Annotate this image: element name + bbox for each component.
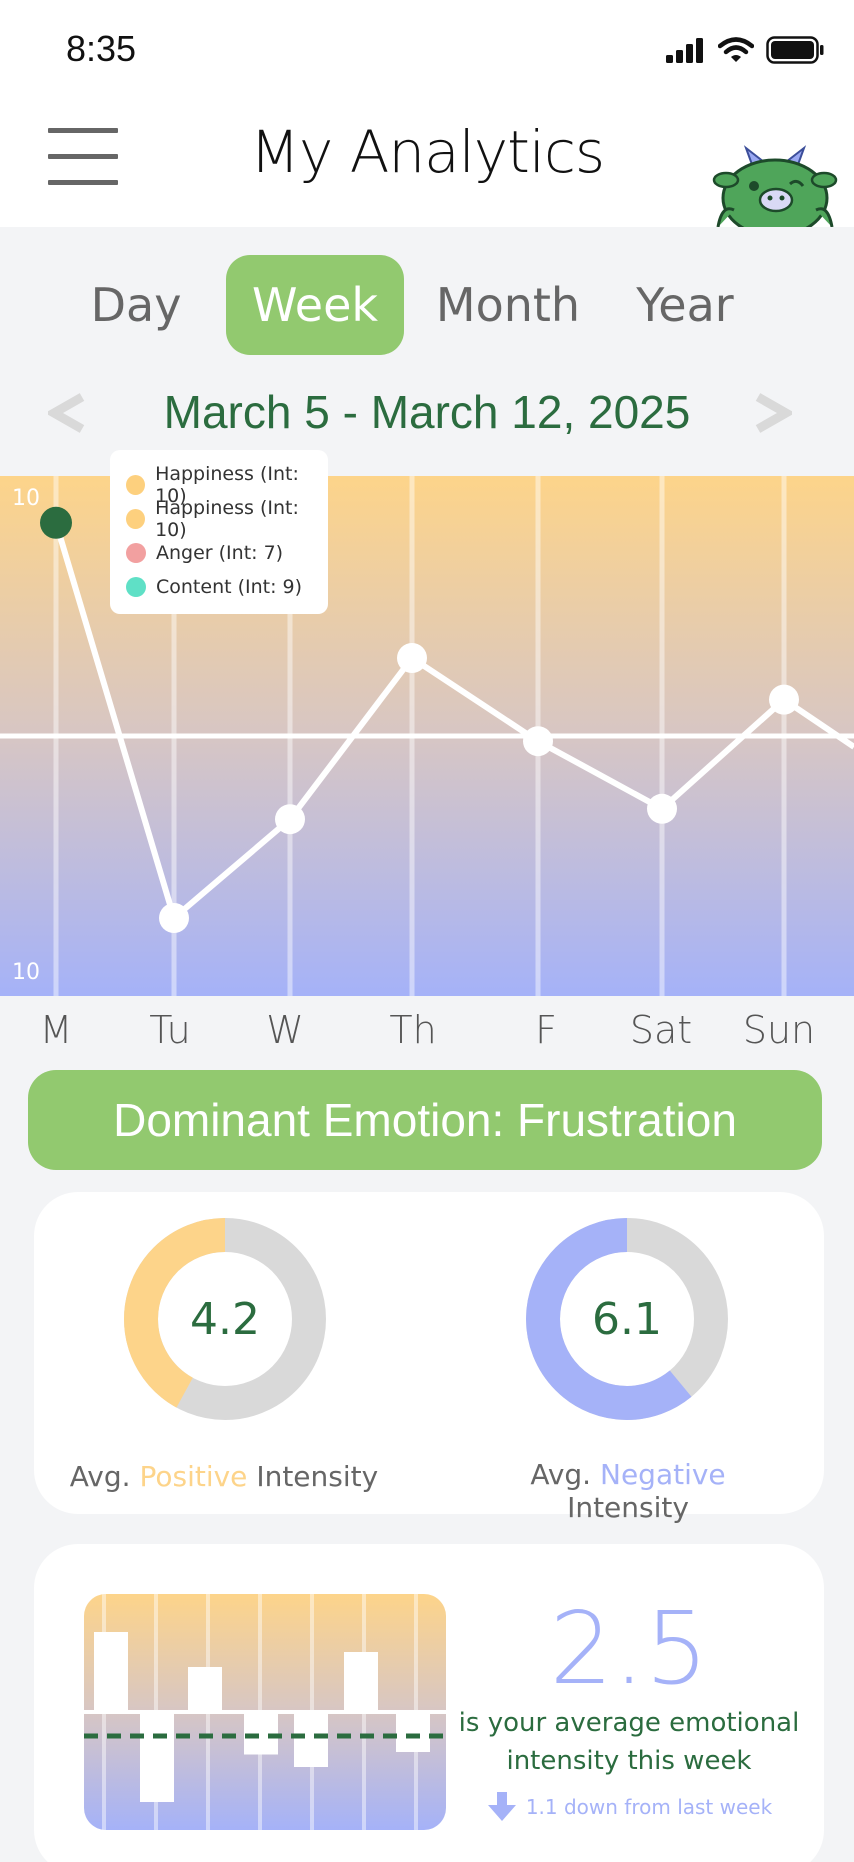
x-axis-label-mon: M — [39, 1008, 73, 1052]
data-point-sun — [769, 684, 799, 715]
mini-bar — [244, 1712, 278, 1755]
tab-week[interactable]: Week — [226, 255, 404, 355]
caption-suffix: Intensity — [567, 1491, 689, 1524]
date-range-label: March 5 - March 12, 2025 — [163, 386, 691, 438]
average-intensity-card: 2.5 is your average emotional intensity … — [34, 1544, 824, 1862]
tooltip-label: Content (Int: 9) — [156, 576, 303, 598]
x-axis-label-sun: Sun — [742, 1008, 816, 1052]
positive-intensity-donut: 4.2 — [122, 1216, 328, 1422]
battery-icon — [766, 36, 824, 64]
data-point-m — [40, 506, 72, 539]
mini-bar — [188, 1667, 222, 1712]
positive-intensity-value: 4.2 — [190, 1293, 260, 1345]
mini-bar — [140, 1712, 174, 1802]
intensity-donut-card: 4.2 Avg. Positive Intensity 6.1 Avg. Neg… — [34, 1192, 824, 1524]
chevron-right-icon[interactable] — [752, 393, 792, 433]
tooltip-label: Anger (Int: 7) — [156, 542, 284, 564]
emotion-dot-icon — [126, 509, 146, 529]
tab-month[interactable]: Month — [428, 255, 588, 355]
x-axis-label-wed: W — [266, 1008, 304, 1052]
period-tabs: Day Week Month Year — [0, 255, 854, 355]
caption-prefix: Avg. — [69, 1460, 140, 1493]
average-change: 1.1 down from last week — [474, 1792, 784, 1822]
negative-intensity-caption: Avg. Negative Intensity — [468, 1458, 788, 1524]
caption-prefix: Avg. — [530, 1458, 600, 1491]
tooltip-row: Happiness (Int: 10) — [126, 497, 328, 541]
chart-tooltip: Happiness (Int: 10) Happiness (Int: 10) … — [110, 450, 328, 614]
caption-highlight: Negative — [600, 1458, 726, 1491]
tooltip-row: Anger (Int: 7) — [126, 536, 328, 570]
arrow-down-icon — [487, 1792, 516, 1821]
mini-bar-chart-svg — [84, 1594, 446, 1830]
average-intensity-text: is your average emotional intensity this… — [458, 1708, 800, 1776]
mini-bar-chart — [84, 1594, 446, 1830]
data-point-f — [523, 726, 553, 757]
mini-bar — [344, 1652, 378, 1712]
mascot-avatar[interactable] — [704, 140, 844, 227]
data-point-th — [397, 643, 427, 673]
emotion-dot-icon — [126, 475, 146, 495]
negative-intensity-value: 6.1 — [592, 1293, 662, 1345]
x-axis-label-fri: F — [535, 1008, 557, 1052]
wifi-icon — [718, 37, 754, 62]
caption-highlight: Positive — [139, 1460, 248, 1493]
mini-bar — [294, 1712, 328, 1767]
mini-bar — [396, 1712, 430, 1752]
status-bar: 8:35 — [0, 0, 854, 100]
data-point-tu — [159, 903, 189, 933]
status-time: 8:35 — [66, 28, 137, 69]
cellular-signal-icon — [666, 38, 703, 63]
average-intensity-value: 2.5 — [549, 1590, 709, 1707]
tab-year[interactable]: Year — [610, 255, 760, 355]
average-change-text: 1.1 down from last week — [525, 1795, 773, 1819]
mini-bar — [94, 1632, 128, 1712]
data-point-w — [275, 804, 305, 835]
y-axis-bottom-label: 10 — [12, 960, 40, 985]
emotion-dot-icon — [126, 543, 146, 563]
tooltip-label: Happiness (Int: 10) — [155, 497, 299, 541]
x-axis-label-thu: Th — [389, 1008, 437, 1052]
negative-intensity-donut: 6.1 — [524, 1216, 730, 1422]
tab-day[interactable]: Day — [66, 255, 206, 355]
x-axis-label-sat: Sat — [629, 1008, 693, 1052]
x-axis-label-tue: Tu — [149, 1008, 191, 1052]
tooltip-row: Content (Int: 9) — [126, 570, 328, 604]
date-navigation: March 5 - March 12, 2025 — [0, 385, 854, 445]
dominant-emotion-banner[interactable]: Dominant Emotion: Frustration — [28, 1070, 822, 1170]
emotion-dot-icon — [126, 577, 146, 597]
positive-intensity-caption: Avg. Positive Intensity — [64, 1460, 384, 1493]
app-header: My Analytics — [0, 100, 854, 227]
y-axis-top-label: 10 — [12, 486, 40, 511]
data-point-sat — [647, 793, 677, 824]
status-icons — [666, 36, 824, 64]
caption-suffix: Intensity — [247, 1460, 379, 1493]
